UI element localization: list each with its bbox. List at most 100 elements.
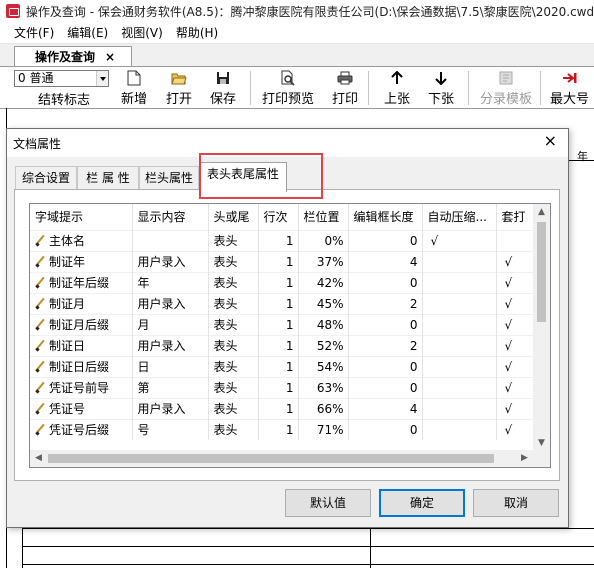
edit-box-length-cell[interactable]: 4 (348, 250, 423, 272)
close-tab-icon[interactable]: × (105, 50, 115, 64)
field-hint-cell[interactable]: 凭证号 (30, 397, 133, 419)
document-tab[interactable]: 操作及查询 × (14, 46, 132, 66)
row-number-cell[interactable]: 1 (258, 292, 299, 314)
column-position-cell[interactable]: 52% (298, 334, 349, 356)
field-hint-cell[interactable]: 凭证号前导 (30, 376, 133, 398)
column-position-cell[interactable]: 54% (298, 355, 349, 377)
overprint-cell[interactable] (496, 229, 537, 251)
menu-view[interactable]: 视图(V) (115, 24, 170, 41)
display-content-cell[interactable]: 用户录入 (132, 397, 209, 419)
print-preview-button[interactable]: 打印预览 (262, 70, 314, 108)
scroll-up-icon[interactable]: ▲ (533, 204, 550, 221)
header-or-footer-cell[interactable]: 表头 (208, 418, 259, 440)
field-hint-cell[interactable]: 制证日后缀 (30, 355, 133, 377)
tab-column-properties[interactable]: 栏 属 性 (77, 166, 139, 190)
overprint-cell[interactable]: √ (496, 313, 537, 335)
table-row[interactable]: 制证月 用户录入 表头 1 45% 2 √ (30, 292, 537, 314)
column-header[interactable]: 头或尾 (208, 204, 259, 230)
save-button[interactable]: 保存 (210, 70, 236, 108)
column-position-cell[interactable]: 71% (298, 418, 349, 440)
auto-compress-cell[interactable] (422, 418, 497, 440)
column-header[interactable]: 编辑框长度 (348, 204, 423, 230)
new-button[interactable]: 新增 (121, 70, 147, 108)
field-hint-cell[interactable]: 制证年 (30, 250, 133, 272)
overprint-cell[interactable]: √ (496, 250, 537, 272)
header-or-footer-cell[interactable]: 表头 (208, 271, 259, 293)
row-number-cell[interactable]: 1 (258, 250, 299, 272)
edit-box-length-cell[interactable]: 2 (348, 292, 423, 314)
scroll-right-icon[interactable]: ▶ (516, 450, 533, 467)
table-row[interactable]: 制证日 用户录入 表头 1 52% 2 √ (30, 334, 537, 356)
previous-record-button[interactable]: 上张 (384, 70, 410, 108)
close-icon[interactable]: × (544, 131, 557, 150)
column-position-cell[interactable]: 42% (298, 271, 349, 293)
tab-column-header-properties[interactable]: 栏头属性 (139, 166, 199, 190)
display-content-cell[interactable]: 月 (132, 313, 209, 335)
display-content-cell[interactable]: 用户录入 (132, 334, 209, 356)
edit-box-length-cell[interactable]: 0 (348, 355, 423, 377)
column-header[interactable]: 字域提示 (30, 204, 133, 230)
auto-compress-cell[interactable] (422, 355, 497, 377)
column-header[interactable]: 自动压缩... (422, 204, 497, 230)
ok-button[interactable]: 确定 (379, 489, 465, 517)
overprint-cell[interactable]: √ (496, 292, 537, 314)
header-or-footer-cell[interactable]: 表头 (208, 397, 259, 419)
cancel-button[interactable]: 取消 (473, 489, 559, 517)
menu-edit[interactable]: 编辑(E) (61, 24, 115, 41)
header-or-footer-cell[interactable]: 表头 (208, 292, 259, 314)
display-content-cell[interactable] (132, 229, 209, 251)
column-position-cell[interactable]: 66% (298, 397, 349, 419)
vertical-scroll-thumb[interactable] (537, 222, 546, 322)
column-header[interactable]: 栏位置 (298, 204, 349, 230)
edit-box-length-cell[interactable]: 0 (348, 313, 423, 335)
column-position-cell[interactable]: 37% (298, 250, 349, 272)
carry-forward-select[interactable]: 0 普通 (14, 70, 109, 87)
field-hint-cell[interactable]: 制证日 (30, 334, 133, 356)
horizontal-scrollbar[interactable]: ◀ ▶ (30, 450, 533, 467)
edit-box-length-cell[interactable]: 0 (348, 376, 423, 398)
print-button[interactable]: 打印 (332, 70, 358, 108)
row-number-cell[interactable]: 1 (258, 397, 299, 419)
row-number-cell[interactable]: 1 (258, 376, 299, 398)
row-number-cell[interactable]: 1 (258, 271, 299, 293)
next-record-button[interactable]: 下张 (428, 70, 454, 108)
row-number-cell[interactable]: 1 (258, 334, 299, 356)
overprint-cell[interactable]: √ (496, 418, 537, 440)
column-position-cell[interactable]: 48% (298, 313, 349, 335)
table-row[interactable]: 制证年 用户录入 表头 1 37% 4 √ (30, 250, 537, 272)
auto-compress-cell[interactable]: √ (422, 229, 497, 251)
header-or-footer-cell[interactable]: 表头 (208, 313, 259, 335)
auto-compress-cell[interactable] (422, 313, 497, 335)
overprint-cell[interactable]: √ (496, 397, 537, 419)
field-hint-cell[interactable]: 制证年后缀 (30, 271, 133, 293)
column-position-cell[interactable]: 45% (298, 292, 349, 314)
table-row[interactable]: 凭证号前导 第表头 1 63% 0 √ (30, 376, 537, 398)
row-number-cell[interactable]: 1 (258, 355, 299, 377)
header-or-footer-cell[interactable]: 表头 (208, 355, 259, 377)
header-footer-fields-grid[interactable]: 字域提示 显示内容 头或尾 行次 栏位置 编辑框长度 自动压缩... 套打 主体… (29, 203, 551, 468)
menu-file[interactable]: 文件(F) (0, 24, 61, 41)
vertical-scrollbar[interactable]: ▲ ▼ (533, 204, 550, 452)
field-hint-cell[interactable]: 制证月 (30, 292, 133, 314)
display-content-cell[interactable]: 号 (132, 418, 209, 440)
display-content-cell[interactable]: 用户录入 (132, 292, 209, 314)
horizontal-scroll-thumb[interactable] (48, 454, 494, 463)
tab-general-settings[interactable]: 综合设置 (15, 166, 77, 190)
header-or-footer-cell[interactable]: 表头 (208, 250, 259, 272)
display-content-cell[interactable]: 日 (132, 355, 209, 377)
edit-box-length-cell[interactable]: 2 (348, 334, 423, 356)
table-row[interactable]: 凭证号 用户录入 表头 1 66% 4 √ (30, 397, 537, 419)
default-values-button[interactable]: 默认值 (285, 489, 371, 517)
row-number-cell[interactable]: 1 (258, 229, 299, 251)
auto-compress-cell[interactable] (422, 292, 497, 314)
row-number-cell[interactable]: 1 (258, 418, 299, 440)
column-header[interactable]: 套打 (496, 204, 537, 230)
table-row[interactable]: 制证年后缀 年表头 1 42% 0 √ (30, 271, 537, 293)
entry-template-button[interactable]: 分录模板 (480, 70, 532, 108)
edit-box-length-cell[interactable]: 0 (348, 418, 423, 440)
last-record-button[interactable]: 最大号 (550, 70, 589, 108)
column-header[interactable]: 行次 (258, 204, 299, 230)
table-row[interactable]: 主体名 表头 1 0% 0 √ (30, 229, 537, 251)
edit-box-length-cell[interactable]: 0 (348, 229, 423, 251)
header-or-footer-cell[interactable]: 表头 (208, 334, 259, 356)
